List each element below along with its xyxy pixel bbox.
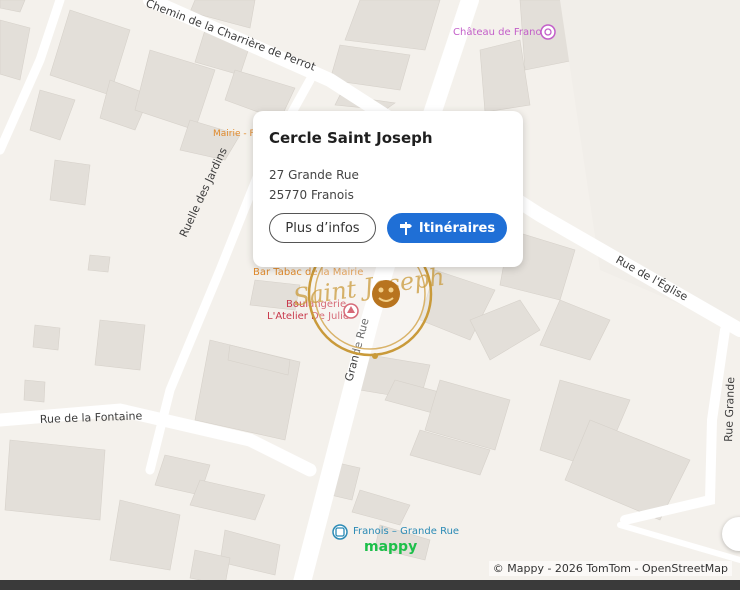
poi-chateau[interactable]: Château de Franois — [453, 26, 550, 38]
poi-mairie[interactable]: Mairie - F — [213, 129, 255, 139]
marker-emblem-icon — [372, 280, 400, 308]
signpost-icon — [399, 222, 412, 235]
map-canvas[interactable]: Chemin de la Charrière de Perrot Ruelle … — [0, 0, 740, 590]
postal-city: 25770 Franois — [269, 188, 354, 202]
street-label: Rue Grande — [722, 377, 737, 443]
attraction-icon[interactable] — [540, 24, 556, 40]
address-line: 27 Grande Rue — [269, 168, 359, 182]
place-title: Cercle Saint Joseph — [269, 129, 433, 147]
mappy-logo[interactable]: mappy — [364, 539, 417, 555]
map-attribution[interactable]: © Mappy - 2026 TomTom - OpenStreetMap — [488, 561, 732, 576]
place-popup: Cercle Saint Joseph 27 Grande Rue 25770 … — [253, 111, 523, 267]
bottom-bar — [0, 580, 740, 590]
directions-button[interactable]: Itinéraires — [387, 213, 507, 243]
directions-label: Itinéraires — [418, 220, 496, 236]
poi-bus-stop[interactable]: Franois – Grande Rue — [353, 526, 459, 537]
more-info-button[interactable]: Plus d’infos — [269, 213, 376, 243]
more-info-label: Plus d’infos — [285, 220, 360, 236]
bus-stop-icon[interactable] — [332, 524, 348, 540]
